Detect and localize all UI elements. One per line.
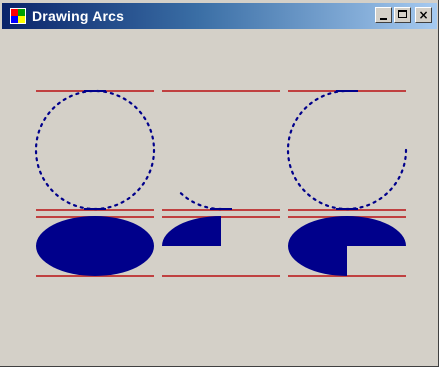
- drawing-canvas: [34, 89, 408, 277]
- arc-full-circle: [34, 89, 156, 211]
- pie-wedge-small: [162, 216, 221, 246]
- arc-top-tangent-marks: [84, 90, 358, 210]
- pie-row: [36, 216, 406, 276]
- pie-three-quarter: [288, 216, 406, 276]
- arc-small: [178, 190, 223, 211]
- pie-full-ellipse: [36, 216, 154, 276]
- drawing-arcs-window: Drawing Arcs ×: [0, 0, 439, 367]
- arc-row: [34, 89, 408, 211]
- arc-three-quarter: [286, 89, 408, 211]
